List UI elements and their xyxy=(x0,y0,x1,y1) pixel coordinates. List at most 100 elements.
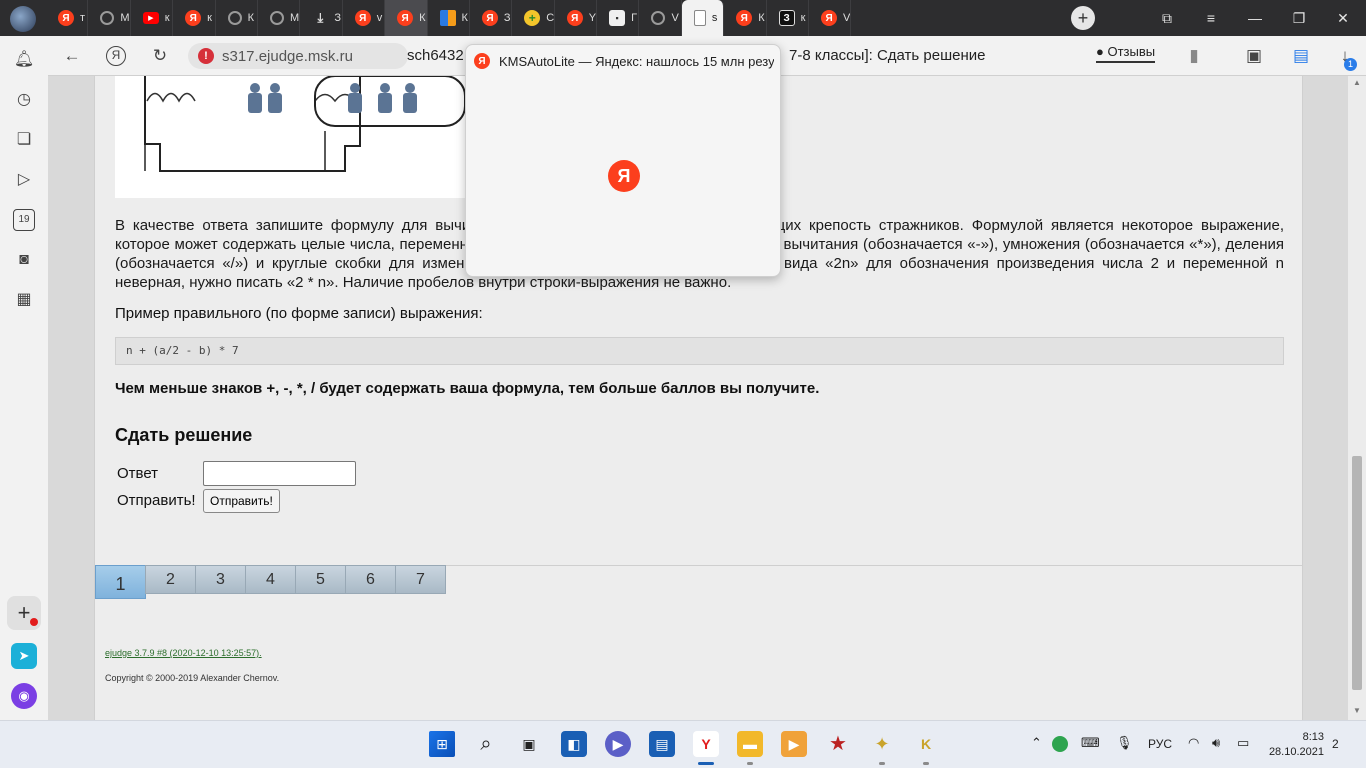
tab-title: С xyxy=(546,12,555,24)
address-bar[interactable]: ! s317.ejudge.msk.ru xyxy=(188,43,408,69)
file-explorer-icon[interactable]: ▬ xyxy=(737,731,763,757)
media-player-icon[interactable]: ▶ xyxy=(781,731,807,757)
tab[interactable]: + С xyxy=(512,0,555,36)
protect-icon[interactable]: ▤ xyxy=(1291,46,1311,66)
profile-avatar[interactable] xyxy=(10,6,36,32)
tab[interactable]: V xyxy=(639,0,682,36)
collections-icon[interactable]: ⧉ xyxy=(1156,8,1178,28)
tab[interactable]: ЯК xyxy=(724,0,767,36)
page-title-right: 7-8 классы]: Сдать решение xyxy=(789,47,986,64)
tab[interactable]: ▪ Г xyxy=(597,0,640,36)
tray-chevron-icon[interactable]: ⌃ xyxy=(1031,735,1042,751)
task-view-icon[interactable]: ▣ xyxy=(516,731,542,757)
downloads-badge: 1 xyxy=(1344,58,1357,71)
tab[interactable]: ЯV xyxy=(809,0,852,36)
apps-grid-icon[interactable]: ▦ xyxy=(13,289,35,311)
yandex-logo-icon: Я xyxy=(608,160,640,192)
alice-assistant-icon[interactable]: ◉ xyxy=(11,683,37,709)
pager-item-5[interactable]: 5 xyxy=(295,565,346,594)
gear-icon xyxy=(100,11,115,25)
play-icon[interactable]: ▷ xyxy=(13,169,35,191)
scroll-thumb[interactable] xyxy=(1352,456,1362,690)
vertical-scrollbar[interactable]: ▲ ▼ xyxy=(1348,76,1366,720)
star-app-icon[interactable]: ★ xyxy=(825,731,851,757)
tab[interactable]: М xyxy=(88,0,131,36)
collections-icon[interactable]: ❏ xyxy=(13,129,35,151)
answer-input[interactable] xyxy=(203,461,356,486)
tab-title: К xyxy=(247,12,254,24)
add-panel-button[interactable]: + xyxy=(7,596,41,630)
yandex-logo-icon[interactable]: Я xyxy=(106,46,126,66)
camera-icon[interactable]: ◙ xyxy=(13,249,35,271)
language-indicator[interactable]: РУС xyxy=(1148,737,1172,751)
keyboard-icon[interactable]: ⌨ xyxy=(1081,735,1100,751)
store-icon[interactable]: ▤ xyxy=(649,731,675,757)
insecure-warning-icon[interactable]: ! xyxy=(198,48,214,64)
tab[interactable]: Як xyxy=(173,0,216,36)
pager-item-6[interactable]: 6 xyxy=(345,565,396,594)
pager-item-4[interactable]: 4 xyxy=(245,565,296,594)
restore-icon[interactable]: ❐ xyxy=(1288,8,1310,28)
messenger-app-icon[interactable]: ➤ xyxy=(11,643,37,669)
back-arrow-icon[interactable]: ← xyxy=(62,46,82,66)
tab[interactable]: К xyxy=(216,0,258,36)
battery-icon[interactable]: ▭ xyxy=(1237,735,1249,751)
send-button[interactable]: Отправить! xyxy=(203,489,280,513)
example-label: Пример правильного (по форме записи) выр… xyxy=(115,305,483,322)
tab[interactable]: s xyxy=(681,0,725,36)
yandex-browser-icon[interactable]: Y xyxy=(693,731,719,757)
tab[interactable]: ЯY xyxy=(555,0,598,36)
tab[interactable]: ⤓ З xyxy=(300,0,343,36)
scroll-down-icon[interactable]: ▼ xyxy=(1352,706,1362,715)
search-icon[interactable]: ⌕ xyxy=(473,731,499,757)
tab[interactable]: К xyxy=(428,0,470,36)
tab-title: Г xyxy=(631,12,638,24)
tab[interactable]: ▶ к xyxy=(131,0,174,36)
chat-icon: ▪ xyxy=(609,10,626,26)
microphone-icon[interactable]: 🎙︎ xyxy=(1116,735,1133,751)
pager-item-1[interactable]: 1 xyxy=(95,565,146,599)
document-icon xyxy=(693,10,706,26)
zen-icon: З xyxy=(778,10,795,26)
pager-item-7[interactable]: 7 xyxy=(395,565,446,594)
tab-title: М xyxy=(120,12,130,24)
notification-count[interactable]: 2 xyxy=(1332,737,1339,751)
tab-list: Ят М ▶ к Як К М ⤓ З Яv Я К К Я З + С Я Y ▪ Г Vs Я К Зк Я V xyxy=(46,0,852,36)
extensions-icon[interactable]: ▣ xyxy=(1244,46,1264,66)
tab[interactable]: Зк xyxy=(767,0,810,36)
pager-item-2[interactable]: 2 xyxy=(145,565,196,594)
tab[interactable]: Ят xyxy=(46,0,89,36)
menu-icon[interactable]: ≡ xyxy=(1200,8,1222,28)
teams-chat-icon[interactable]: ▶ xyxy=(605,731,631,757)
reviews-button[interactable]: ● Отзывы xyxy=(1096,44,1156,63)
bell-icon[interactable]: 🔔︎ xyxy=(13,49,35,71)
wifi-icon[interactable]: ◠ xyxy=(1188,735,1199,751)
tray-app-icon[interactable] xyxy=(1052,736,1068,752)
volume-icon[interactable]: 🔊︎ xyxy=(1212,735,1220,751)
history-clock-icon[interactable]: ◷ xyxy=(13,89,35,111)
minimize-icon[interactable]: — xyxy=(1244,8,1266,28)
tab-title: V xyxy=(843,12,851,24)
tab[interactable]: М xyxy=(258,0,301,36)
kmsauto-app-icon[interactable]: K xyxy=(913,731,939,757)
bookmark-icon[interactable]: ▮ xyxy=(1184,46,1204,66)
tab-hover-preview[interactable]: Я KMSAutoLite — Яндекс: нашлось 15 млн р… xyxy=(465,44,781,277)
tab[interactable]: Яv xyxy=(343,0,386,36)
tab-title: s xyxy=(711,12,718,24)
close-window-icon[interactable]: ✕ xyxy=(1332,8,1354,28)
app-icon xyxy=(439,10,456,26)
new-tab-button[interactable]: + xyxy=(1071,6,1095,30)
pager-item-3[interactable]: 3 xyxy=(195,565,246,594)
calendar-icon[interactable]: 19 xyxy=(13,209,35,231)
browser-tab-strip: Ят М ▶ к Як К М ⤓ З Яv Я К К Я З + С Я Y ▪ Г Vs Я К Зк Я V + ⧉ ≡ —… xyxy=(0,0,1366,36)
game-app-icon[interactable]: ✦ xyxy=(869,731,895,757)
reload-icon[interactable]: ↻ xyxy=(150,46,170,66)
start-windows-icon[interactable]: ⊞ xyxy=(429,731,455,757)
tab[interactable]: ЯК xyxy=(385,0,428,36)
tab[interactable]: ЯЗ xyxy=(470,0,513,36)
ejudge-version-link[interactable]: ejudge 3.7.9 #8 (2020-12-10 13:25:57). xyxy=(105,648,262,658)
scroll-up-icon[interactable]: ▲ xyxy=(1352,78,1362,87)
yandex-icon: Я xyxy=(481,10,498,26)
clock[interactable]: 8:13 28.10.2021 xyxy=(1268,730,1324,760)
widgets-icon[interactable]: ◧ xyxy=(561,731,587,757)
